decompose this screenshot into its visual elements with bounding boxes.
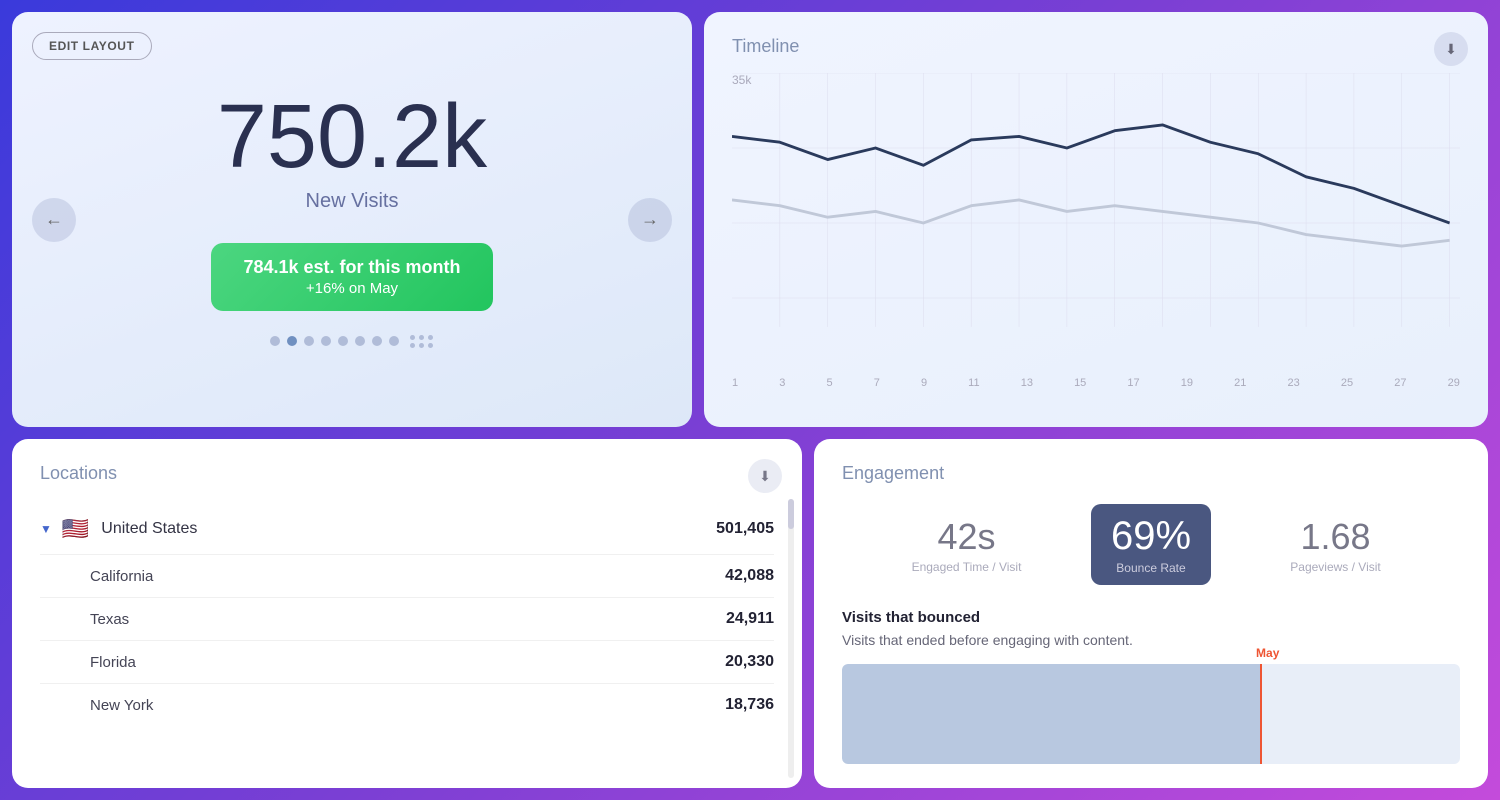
scrollbar-thumb[interactable] [788, 499, 794, 529]
x-axis: 1 3 5 7 9 11 13 15 17 19 21 23 25 27 29 [732, 373, 1460, 389]
expand-arrow-icon[interactable]: ▼ [40, 522, 52, 536]
x-label-9: 9 [921, 377, 927, 389]
timeline-card: Timeline ⬇ 35k [704, 12, 1488, 427]
x-label-11: 11 [968, 377, 979, 389]
x-label-27: 27 [1394, 377, 1406, 389]
x-label-23: 23 [1288, 377, 1300, 389]
bottom-section: Locations ⬇ ▼ 🇺🇸 United States 501,405 C… [12, 439, 1488, 788]
location-count-us: 501,405 [716, 520, 774, 538]
location-count-ny: 18,736 [725, 696, 774, 714]
engagement-card: Engagement 42s Engaged Time / Visit 69% … [814, 439, 1488, 788]
x-label-25: 25 [1341, 377, 1353, 389]
timeline-svg [732, 73, 1460, 373]
metrics-card: EDIT LAYOUT ← → 750.2k New Visits 784.1k… [12, 12, 692, 427]
metric-value: 750.2k [217, 92, 487, 182]
dot-3[interactable] [304, 336, 314, 346]
pageviews-value: 1.68 [1211, 516, 1460, 558]
dot-1[interactable] [270, 336, 280, 346]
x-label-1: 1 [732, 377, 738, 389]
bounce-chart [842, 664, 1460, 764]
timeline-chart: 35k [732, 73, 1460, 373]
dot-grid [410, 335, 434, 348]
nav-next-button[interactable]: → [628, 198, 672, 242]
location-count-ca: 42,088 [725, 567, 774, 585]
estimate-main-text: 784.1k est. for this month [243, 257, 460, 278]
top-section: EDIT LAYOUT ← → 750.2k New Visits 784.1k… [12, 12, 1488, 427]
engaged-time-label: Engaged Time / Visit [842, 560, 1091, 574]
bounce-may-line [1260, 664, 1262, 764]
location-row-us[interactable]: ▼ 🇺🇸 United States 501,405 [40, 504, 774, 555]
us-flag-icon: 🇺🇸 [62, 516, 89, 542]
bounce-rate-value: 69% [1111, 514, 1191, 559]
chart-y-label: 35k [732, 73, 751, 87]
dot-7[interactable] [372, 336, 382, 346]
location-row-ny[interactable]: New York 18,736 [40, 684, 774, 726]
may-label: May [1256, 646, 1279, 660]
location-name-ny: New York [40, 697, 725, 714]
x-label-17: 17 [1127, 377, 1139, 389]
timeline-download-button[interactable]: ⬇ [1434, 32, 1468, 66]
location-name-us: United States [101, 520, 716, 538]
bounce-bar-filled [842, 664, 1262, 764]
edit-layout-button[interactable]: EDIT LAYOUT [32, 32, 152, 60]
engagement-metrics: 42s Engaged Time / Visit 69% Bounce Rate… [842, 504, 1460, 585]
metric-label: New Visits [306, 190, 399, 213]
x-label-7: 7 [874, 377, 880, 389]
dot-2[interactable] [287, 336, 297, 346]
location-name-fl: Florida [40, 654, 725, 671]
location-name-tx: Texas [40, 611, 726, 628]
location-row-tx[interactable]: Texas 24,911 [40, 598, 774, 641]
location-name-ca: California [40, 568, 725, 585]
dot-5[interactable] [338, 336, 348, 346]
nav-prev-button[interactable]: ← [32, 198, 76, 242]
locations-card: Locations ⬇ ▼ 🇺🇸 United States 501,405 C… [12, 439, 802, 788]
locations-download-button[interactable]: ⬇ [748, 459, 782, 493]
timeline-title: Timeline [732, 36, 1460, 57]
location-count-fl: 20,330 [725, 653, 774, 671]
download-icon: ⬇ [759, 468, 771, 485]
location-row-fl[interactable]: Florida 20,330 [40, 641, 774, 684]
bounce-chart-wrapper: May [842, 664, 1460, 764]
dot-6[interactable] [355, 336, 365, 346]
locations-title: Locations [40, 463, 774, 484]
arrow-right-icon: → [641, 209, 659, 230]
x-label-3: 3 [779, 377, 785, 389]
engagement-title: Engagement [842, 463, 1460, 484]
x-label-19: 19 [1181, 377, 1193, 389]
arrow-left-icon: ← [45, 209, 63, 230]
download-icon: ⬇ [1445, 41, 1457, 58]
estimate-sub-text: +16% on May [243, 280, 460, 297]
location-count-tx: 24,911 [726, 610, 774, 628]
x-label-15: 15 [1074, 377, 1086, 389]
scrollbar-track[interactable] [788, 499, 794, 778]
bounce-rate-metric[interactable]: 69% Bounce Rate [1091, 504, 1211, 585]
dot-8[interactable] [389, 336, 399, 346]
estimate-badge: 784.1k est. for this month +16% on May [211, 243, 492, 311]
pagination-dots [270, 335, 434, 348]
x-label-5: 5 [826, 377, 832, 389]
x-label-13: 13 [1021, 377, 1033, 389]
pageviews-label: Pageviews / Visit [1211, 560, 1460, 574]
dot-4[interactable] [321, 336, 331, 346]
engaged-time-metric[interactable]: 42s Engaged Time / Visit [842, 516, 1091, 574]
pageviews-metric[interactable]: 1.68 Pageviews / Visit [1211, 516, 1460, 574]
bounce-desc-title: Visits that bounced [842, 609, 1460, 626]
x-label-21: 21 [1234, 377, 1246, 389]
location-row-ca[interactable]: California 42,088 [40, 555, 774, 598]
engaged-time-value: 42s [842, 516, 1091, 558]
bounce-rate-label: Bounce Rate [1111, 561, 1191, 575]
x-label-29: 29 [1448, 377, 1460, 389]
bounce-desc-text: Visits that ended before engaging with c… [842, 632, 1460, 648]
